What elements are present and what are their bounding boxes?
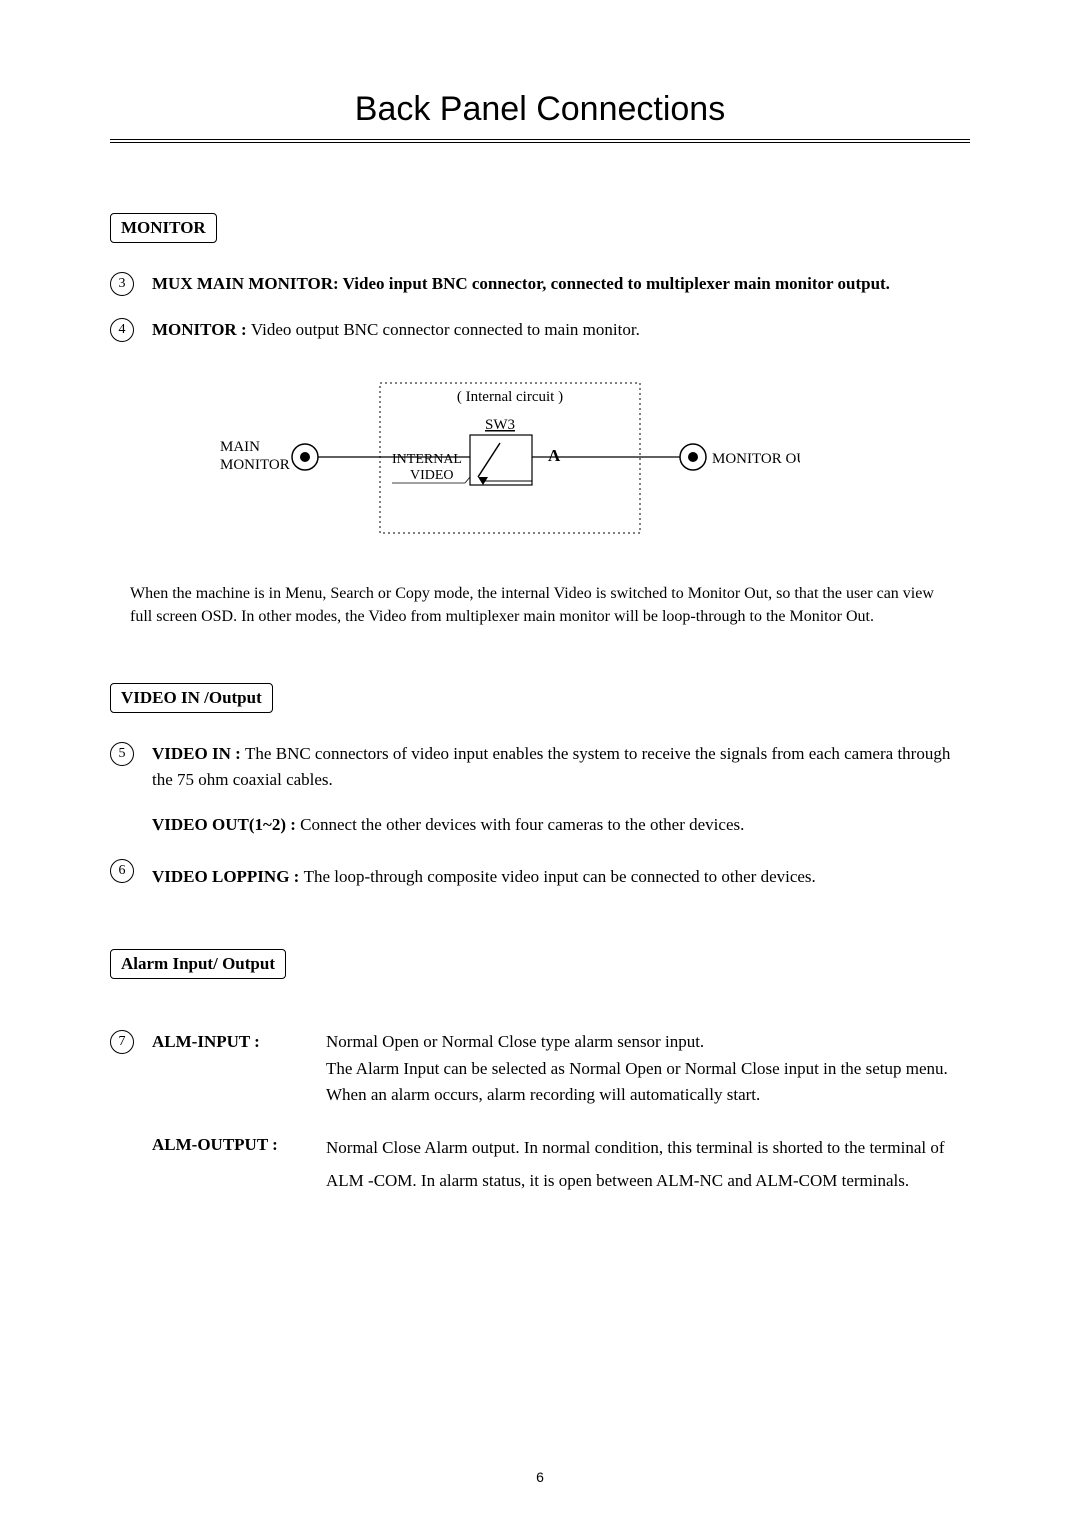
item-5-row: 5 VIDEO IN : The BNC connectors of video… <box>110 741 970 792</box>
section-video: VIDEO IN /Output 5 VIDEO IN : The BNC co… <box>110 683 970 889</box>
page-title: Back Panel Connections <box>110 90 970 129</box>
item-4-label: MONITOR : <box>152 320 251 339</box>
alm-input-text: Normal Open or Normal Close type alarm s… <box>326 1029 970 1108</box>
alm-output-label: ALM-OUTPUT : <box>152 1132 320 1197</box>
section-label-monitor: MONITOR <box>110 213 217 243</box>
item-3-row: 3 MUX MAIN MONITOR: Video input BNC conn… <box>110 271 970 297</box>
item-7-row: 7 ALM-INPUT : Normal Open or Normal Clos… <box>110 1029 970 1108</box>
alm-input-label: ALM-INPUT : <box>152 1029 320 1108</box>
diagram-internal-video-label-1: INTERNAL <box>392 452 462 467</box>
diagram-sw3-label: SW3 <box>485 417 515 433</box>
num-circle-7: 7 <box>110 1030 134 1054</box>
diagram-main-monitor-label-1: MAIN <box>220 439 260 455</box>
diagram-svg: ( Internal circuit ) SW3 MAIN MONITOR IN… <box>160 377 800 547</box>
item-6-text: The loop-through composite video input c… <box>304 867 816 886</box>
num-circle-3: 3 <box>110 272 134 296</box>
video-out-text: Connect the other devices with four came… <box>300 815 744 834</box>
diagram-monitor-out-label: MONITOR OUT <box>712 451 800 467</box>
alm-output-text: Normal Close Alarm output. In normal con… <box>326 1132 970 1197</box>
diagram-internal-circuit-label: ( Internal circuit ) <box>457 389 563 405</box>
num-circle-6: 6 <box>110 859 134 883</box>
monitor-diagram: ( Internal circuit ) SW3 MAIN MONITOR IN… <box>160 377 970 552</box>
diagram-a-label: A <box>548 446 561 465</box>
item-3-text: Video input BNC connector, connected to … <box>343 274 890 293</box>
item-3-label: MUX MAIN MONITOR: <box>152 274 343 293</box>
num-circle-4: 4 <box>110 318 134 342</box>
diagram-internal-video-label-2: VIDEO <box>410 468 454 483</box>
diagram-main-monitor-label-2: MONITOR <box>220 457 290 473</box>
video-out-row: VIDEO OUT(1~2) : Connect the other devic… <box>152 812 970 838</box>
title-rule: Back Panel Connections <box>110 90 970 143</box>
item-6-label: VIDEO LOPPING : <box>152 867 304 886</box>
item-5-label: VIDEO IN : <box>152 744 245 763</box>
item-6-row: 6 VIDEO LOPPING : The loop-through compo… <box>110 858 970 890</box>
num-circle-5: 5 <box>110 742 134 766</box>
section-monitor: MONITOR 3 MUX MAIN MONITOR: Video input … <box>110 213 970 628</box>
section-alarm: Alarm Input/ Output 7 ALM-INPUT : Normal… <box>110 949 970 1197</box>
item-4-row: 4 MONITOR : Video output BNC connector c… <box>110 317 970 343</box>
monitor-explain-text: When the machine is in Menu, Search or C… <box>130 582 950 628</box>
section-label-video: VIDEO IN /Output <box>110 683 273 713</box>
item-5-text: The BNC connectors of video input enable… <box>152 744 950 789</box>
video-out-label: VIDEO OUT(1~2) : <box>152 815 300 834</box>
item-4-text: Video output BNC connector connected to … <box>251 320 640 339</box>
page-number: 6 <box>0 1469 1080 1485</box>
section-label-alarm: Alarm Input/ Output <box>110 949 286 979</box>
